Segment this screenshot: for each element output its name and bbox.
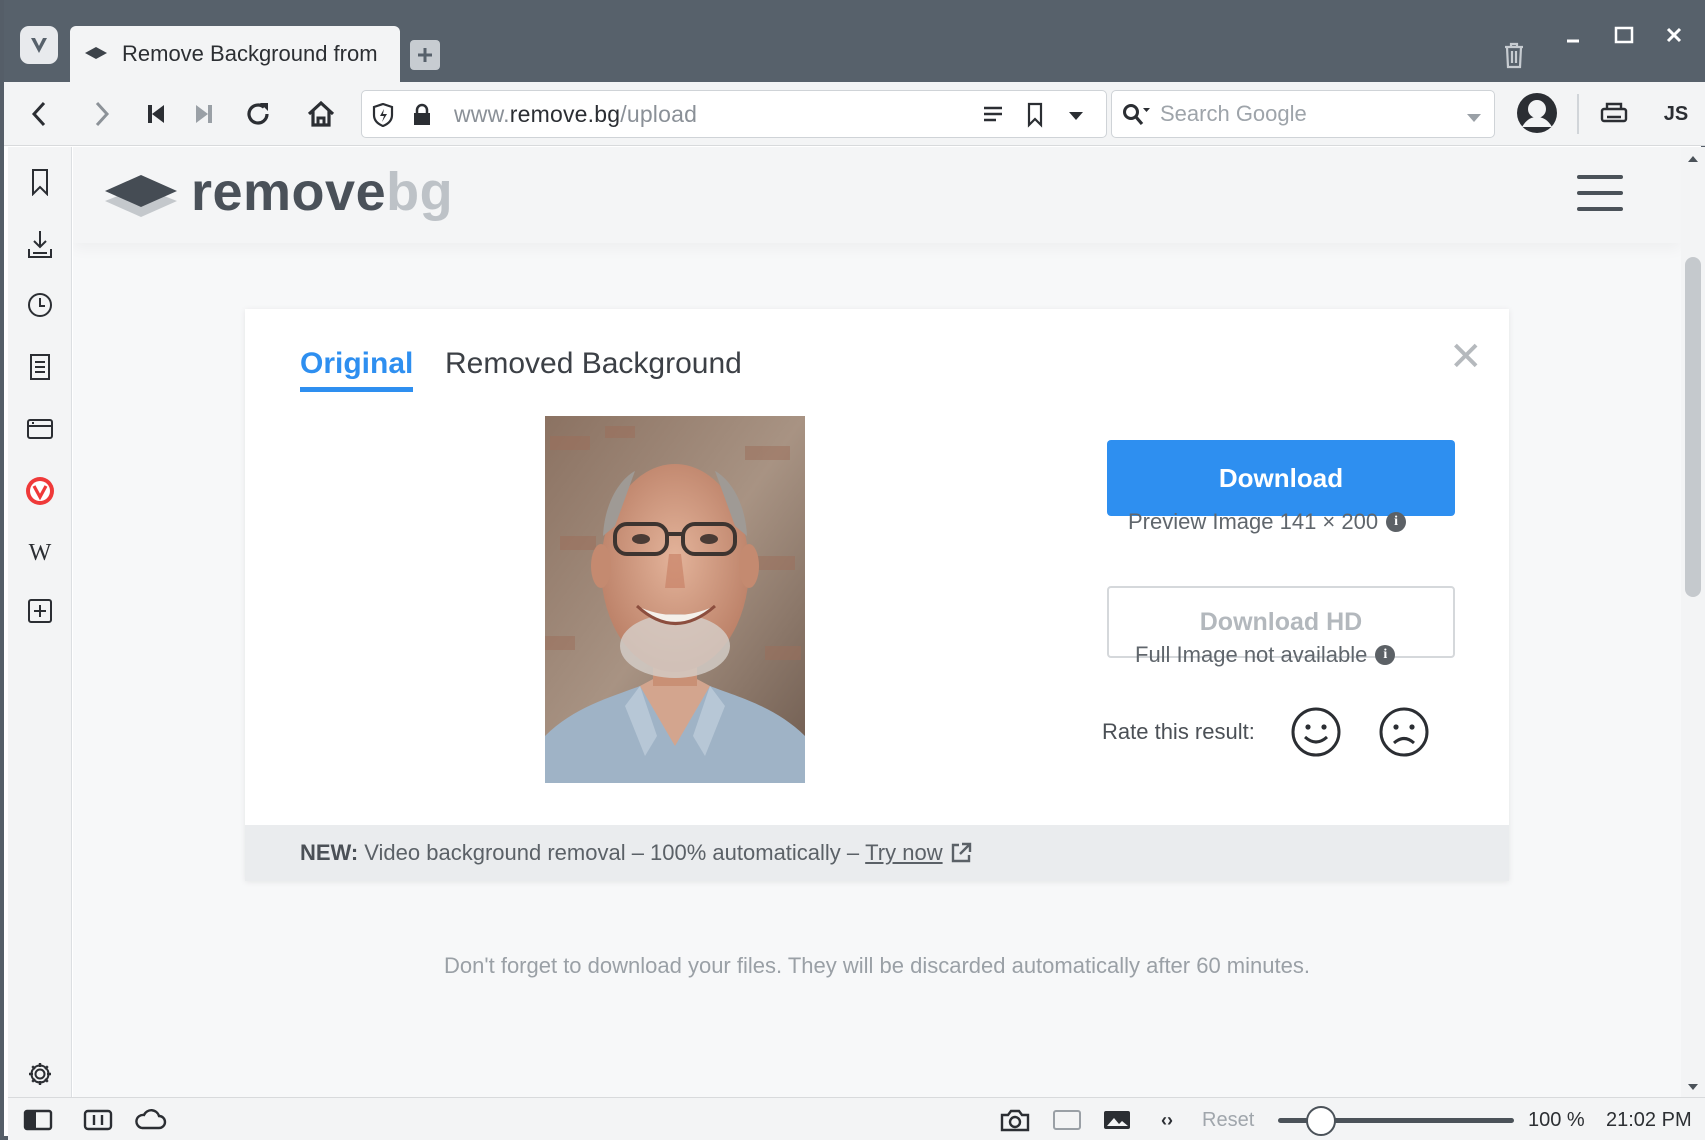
- banner-text: Video background removal – 100% automati…: [364, 840, 860, 865]
- url-text: www.remove.bg/upload: [454, 101, 697, 128]
- forward-icon[interactable]: [84, 96, 120, 132]
- profile-icon[interactable]: [1514, 90, 1560, 136]
- images-icon[interactable]: [1100, 1106, 1134, 1134]
- side-panel: W: [8, 147, 72, 1097]
- banner-new-label: NEW:: [300, 840, 359, 865]
- removebg-favicon-icon: [85, 47, 107, 59]
- search-icon[interactable]: [1122, 103, 1152, 132]
- minimize-icon[interactable]: [1556, 18, 1590, 52]
- search-input[interactable]: [1160, 99, 1450, 129]
- web-page: removebg Original Removed Background ✕ D…: [73, 147, 1681, 1097]
- sync-icon[interactable]: [132, 1106, 168, 1134]
- scroll-down-icon[interactable]: [1687, 1083, 1699, 1091]
- preview-caption-text: Preview Image 141 × 200: [1128, 509, 1379, 534]
- address-bar[interactable]: www.remove.bg/upload: [361, 90, 1107, 138]
- search-engine-dropdown-icon[interactable]: [1466, 110, 1482, 128]
- shield-icon[interactable]: [372, 102, 394, 132]
- add-panel-icon[interactable]: [23, 594, 57, 628]
- url-domain: remove.bg: [509, 100, 621, 127]
- tab-removed-background[interactable]: Removed Background: [445, 347, 742, 381]
- preview-caption: Preview Image 141 × 200 i: [1128, 509, 1407, 535]
- try-now-link[interactable]: Try now: [865, 840, 942, 866]
- page-scrollbar[interactable]: [1681, 147, 1705, 1097]
- tab-title: Remove Background from: [122, 41, 378, 66]
- maximize-icon[interactable]: [1607, 18, 1641, 52]
- dropdown-icon[interactable]: [1068, 109, 1084, 127]
- capture-icon[interactable]: [998, 1106, 1032, 1134]
- scroll-up-icon[interactable]: [1687, 155, 1699, 163]
- external-link-icon[interactable]: [949, 841, 973, 865]
- fast-forward-icon[interactable]: [186, 96, 222, 132]
- promo-banner: NEW: Video background removal – 100% aut…: [245, 825, 1509, 881]
- trash-icon[interactable]: [1497, 38, 1531, 72]
- rate-label: Rate this result:: [1102, 719, 1255, 744]
- hd-caption-text: Full Image not available: [1135, 642, 1368, 667]
- result-card: Original Removed Background ✕ Download P…: [245, 309, 1509, 881]
- settings-icon[interactable]: [23, 1057, 57, 1091]
- zoom-level: 100 %: [1528, 1109, 1585, 1131]
- vivaldi-panel-icon[interactable]: [23, 474, 57, 508]
- discard-note: Don't forget to download your files. The…: [444, 953, 1310, 978]
- hd-caption: Full Image not available i: [1135, 642, 1396, 668]
- info-icon[interactable]: i: [1386, 512, 1407, 532]
- brand-suffix: bg: [386, 162, 454, 222]
- zoom-reset-button[interactable]: Reset: [1202, 1109, 1254, 1132]
- close-icon[interactable]: [1657, 18, 1691, 52]
- zoom-slider-knob[interactable]: [1306, 1106, 1336, 1136]
- lock-icon: [412, 103, 432, 132]
- tab-original[interactable]: Original: [300, 347, 414, 392]
- panel-toggle-icon[interactable]: [22, 1106, 54, 1134]
- active-tab[interactable]: Remove Background from: [70, 26, 400, 82]
- search-box[interactable]: [1111, 90, 1495, 138]
- status-bar: ‹› Reset 100 % 21:02 PM: [8, 1097, 1705, 1140]
- page-actions-icon[interactable]: [1050, 1106, 1084, 1134]
- toolbar-divider: [1577, 94, 1579, 134]
- url-path: /upload: [620, 100, 698, 127]
- vivaldi-logo-icon[interactable]: [20, 26, 58, 64]
- print-icon[interactable]: [1596, 96, 1632, 132]
- smile-icon[interactable]: [1290, 706, 1342, 758]
- home-icon[interactable]: [303, 96, 339, 132]
- bookmark-icon[interactable]: [1026, 102, 1044, 133]
- frown-icon[interactable]: [1378, 706, 1430, 758]
- javascript-toggle[interactable]: JS: [1658, 96, 1694, 132]
- scrollbar-thumb[interactable]: [1685, 257, 1701, 597]
- info-icon[interactable]: i: [1375, 645, 1396, 665]
- code-icon[interactable]: ‹›: [1152, 1106, 1182, 1134]
- wikipedia-icon[interactable]: W: [23, 536, 57, 570]
- close-card-button[interactable]: ✕: [1449, 337, 1483, 377]
- navigation-toolbar: www.remove.bg/upload Search Google JS: [4, 82, 1705, 146]
- downloads-icon[interactable]: [23, 227, 57, 261]
- site-header: removebg: [73, 147, 1681, 243]
- history-icon[interactable]: [23, 288, 57, 322]
- clock: 21:02 PM: [1606, 1109, 1692, 1131]
- url-prefix: www.: [454, 100, 510, 127]
- notes-icon[interactable]: [23, 350, 57, 384]
- new-tab-button[interactable]: [410, 40, 440, 70]
- back-icon[interactable]: [21, 96, 57, 132]
- browser-window: Remove Background from www.remove.bg/upl…: [0, 0, 1705, 1140]
- download-button[interactable]: Download: [1107, 440, 1455, 516]
- brand-main: remove: [191, 162, 387, 222]
- tab-bar: Remove Background from: [4, 0, 1705, 82]
- uploaded-photo: [545, 416, 805, 783]
- site-brand[interactable]: removebg: [191, 161, 453, 223]
- menu-icon[interactable]: [1577, 175, 1623, 215]
- tiling-icon[interactable]: [82, 1106, 114, 1134]
- bookmarks-panel-icon[interactable]: [23, 165, 57, 199]
- window-icon[interactable]: [23, 412, 57, 446]
- rewind-icon[interactable]: [138, 96, 174, 132]
- reload-icon[interactable]: [240, 96, 276, 132]
- reader-icon[interactable]: [982, 105, 1004, 128]
- removebg-logo-icon[interactable]: [101, 169, 181, 225]
